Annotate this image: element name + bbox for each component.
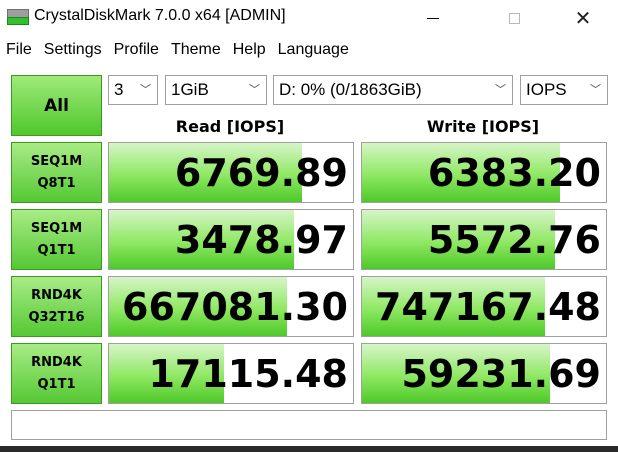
test-params: Q1T1 — [37, 376, 76, 392]
read-result-value: 667081.30 — [122, 285, 348, 329]
drive-select[interactable]: D: 0% (0/1863GiB) ﹀ — [273, 75, 513, 105]
desktop-background-strip — [0, 446, 618, 452]
test-button-seq1m-q1t1[interactable]: SEQ1M Q1T1 — [11, 209, 102, 270]
comment-field[interactable] — [11, 410, 607, 440]
test-button-rnd4k-q1t1[interactable]: RND4K Q1T1 — [11, 343, 102, 404]
read-result-rnd4k-q32t16: 667081.30 — [108, 276, 354, 337]
write-result-seq1m-q8t1: 6383.20 — [361, 142, 607, 203]
crystaldiskmark-app-icon — [7, 9, 29, 25]
chevron-down-icon: ﹀ — [590, 84, 601, 96]
test-size-value: 1GiB — [171, 80, 209, 99]
test-params: Q32T16 — [28, 309, 85, 325]
menu-settings[interactable]: Settings — [38, 38, 108, 62]
unit-value: IOPS — [526, 80, 567, 99]
read-result-seq1m-q8t1: 6769.89 — [108, 142, 354, 203]
maximize-icon — [508, 12, 520, 24]
run-all-button[interactable]: All — [11, 75, 102, 136]
chevron-down-icon: ﹀ — [249, 84, 260, 96]
test-params: Q8T1 — [37, 175, 76, 191]
read-result-rnd4k-q1t1: 17115.48 — [108, 343, 354, 404]
write-result-value: 5572.76 — [427, 218, 601, 262]
read-result-value: 6769.89 — [174, 151, 348, 195]
title-bar: CrystalDiskMark 7.0.0 x64 [ADMIN] ✕ — [0, 0, 618, 36]
menu-bar: File Settings Profile Theme Help Languag… — [0, 38, 355, 62]
test-button-rnd4k-q32t16[interactable]: RND4K Q32T16 — [11, 276, 102, 337]
menu-language[interactable]: Language — [272, 38, 355, 62]
window-title: CrystalDiskMark 7.0.0 x64 [ADMIN] — [34, 7, 286, 24]
drive-value: D: 0% (0/1863GiB) — [279, 80, 422, 99]
test-size-select[interactable]: 1GiB ﹀ — [165, 75, 267, 105]
minimize-icon — [427, 17, 439, 19]
write-result-seq1m-q1t1: 5572.76 — [361, 209, 607, 270]
read-result-seq1m-q1t1: 3478.97 — [108, 209, 354, 270]
test-button-seq1m-q8t1[interactable]: SEQ1M Q8T1 — [11, 142, 102, 203]
minimize-button[interactable] — [410, 0, 456, 36]
chevron-down-icon: ﹀ — [140, 84, 151, 96]
read-result-value: 17115.48 — [148, 352, 348, 396]
test-params: Q1T1 — [37, 242, 76, 258]
test-count-select[interactable]: 3 ﹀ — [108, 75, 158, 105]
menu-file[interactable]: File — [0, 38, 38, 62]
write-result-rnd4k-q1t1: 59231.69 — [361, 343, 607, 404]
test-count-value: 3 — [114, 80, 124, 99]
write-result-value: 6383.20 — [427, 151, 601, 195]
test-name: RND4K — [31, 287, 82, 303]
write-result-rnd4k-q32t16: 747167.48 — [361, 276, 607, 337]
test-name: SEQ1M — [30, 153, 83, 169]
maximize-button[interactable] — [491, 0, 537, 36]
write-result-value: 59231.69 — [401, 352, 601, 396]
read-column-header: Read [IOPS] — [175, 117, 285, 136]
write-result-value: 747167.48 — [375, 285, 601, 329]
test-name: SEQ1M — [30, 220, 83, 236]
close-icon: ✕ — [574, 6, 592, 30]
test-name: RND4K — [31, 354, 82, 370]
menu-profile[interactable]: Profile — [108, 38, 165, 62]
close-button[interactable]: ✕ — [560, 0, 606, 36]
unit-select[interactable]: IOPS ﹀ — [520, 75, 608, 105]
chevron-down-icon: ﹀ — [495, 84, 506, 96]
menu-help[interactable]: Help — [227, 38, 272, 62]
menu-theme[interactable]: Theme — [165, 38, 227, 62]
write-column-header: Write [IOPS] — [426, 117, 540, 136]
read-result-value: 3478.97 — [174, 218, 348, 262]
